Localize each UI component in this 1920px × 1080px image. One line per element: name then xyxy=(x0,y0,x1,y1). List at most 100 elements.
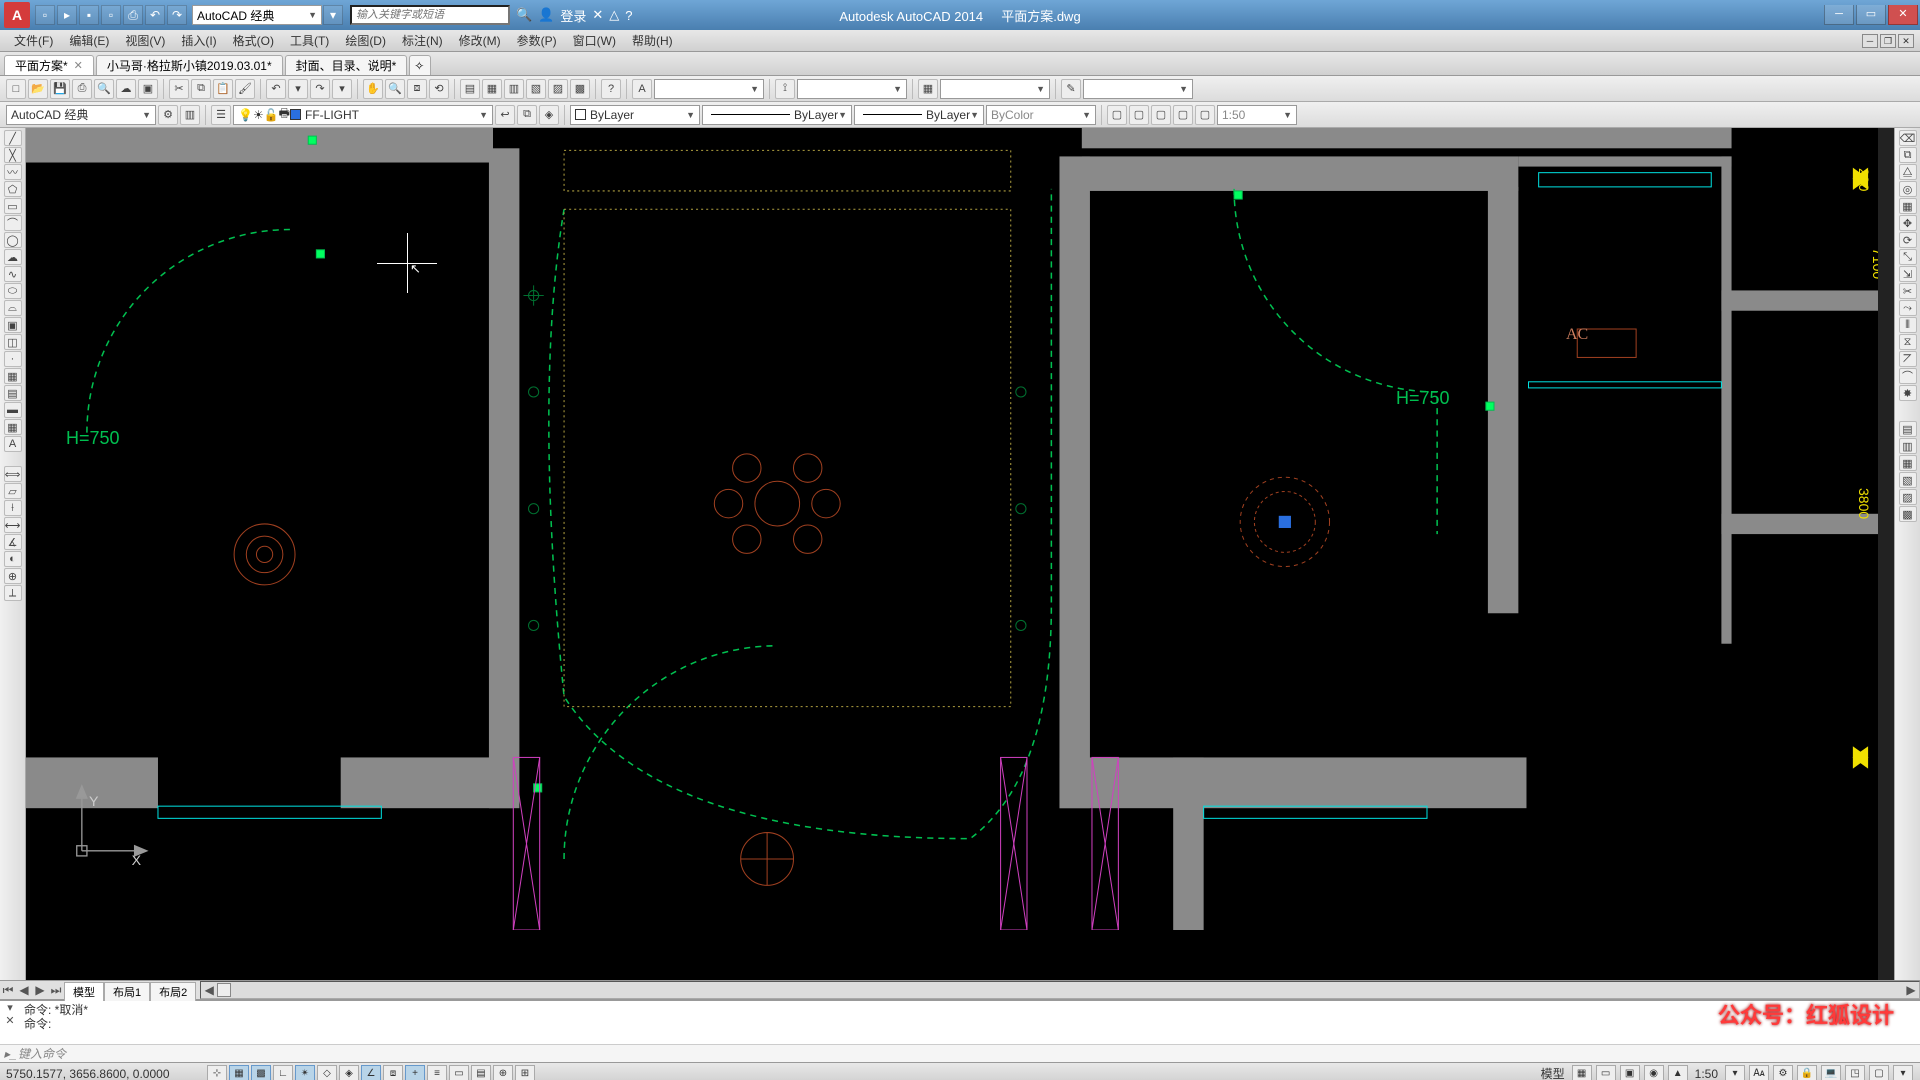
erase-icon[interactable]: ⌫ xyxy=(1899,130,1917,146)
qc-icon[interactable]: ▩ xyxy=(570,79,590,99)
undo-dd-icon[interactable]: ▾ xyxy=(288,79,308,99)
region-icon[interactable]: ▬ xyxy=(4,402,22,418)
sb-scale-icon[interactable]: ▾ xyxy=(1725,1065,1745,1080)
palette2-icon[interactable]: ▥ xyxy=(1899,438,1917,454)
qat-more-icon[interactable]: ▾ xyxy=(323,5,343,25)
plotstyle-dropdown[interactable]: ByColor▼ xyxy=(986,105,1096,125)
area-icon[interactable]: ▱ xyxy=(4,483,22,499)
workspace-dropdown[interactable]: AutoCAD 经典 ▼ xyxy=(6,105,156,125)
qat-saveas-icon[interactable]: ▫ xyxy=(101,5,121,25)
zoom-prev-icon[interactable]: ⟲ xyxy=(429,79,449,99)
ellarc-icon[interactable]: ⌓ xyxy=(4,300,22,316)
tab-first-icon[interactable]: ⏮ xyxy=(0,983,16,998)
sb-annoscale-icon[interactable]: 🗛 xyxy=(1749,1065,1769,1080)
preview-icon[interactable]: 🔍 xyxy=(94,79,114,99)
palette6-icon[interactable]: ▩ xyxy=(1899,506,1917,522)
break-icon[interactable]: ⦀ xyxy=(1899,317,1917,333)
layout-tab-layout1[interactable]: 布局1 xyxy=(104,982,150,1001)
search-icon[interactable]: 🔍 xyxy=(516,7,532,23)
dim-icon[interactable]: ⟷ xyxy=(4,517,22,533)
sb-grid-icon[interactable]: ▩ xyxy=(251,1065,271,1080)
line-icon[interactable]: ╱ xyxy=(4,130,22,146)
sb-ann-icon[interactable]: ▲ xyxy=(1668,1065,1688,1080)
vp-scale-dropdown[interactable]: 1:50▼ xyxy=(1217,105,1297,125)
menu-format[interactable]: 格式(O) xyxy=(225,30,282,51)
sb-qp-icon[interactable]: ▤ xyxy=(471,1065,491,1080)
exchange-icon[interactable]: ✕ xyxy=(592,7,603,23)
help2-icon[interactable]: ? xyxy=(601,79,621,99)
doc-tab-2[interactable]: 小马哥·格拉斯小镇2019.03.01* xyxy=(96,55,283,75)
palette3-icon[interactable]: ▦ xyxy=(1899,455,1917,471)
sb-ducs-icon[interactable]: ⧈ xyxy=(383,1065,403,1080)
zoom-rt-icon[interactable]: 🔍 xyxy=(385,79,405,99)
layout-tab-model[interactable]: 模型 xyxy=(64,982,104,1001)
mdi-close-button[interactable]: ✕ xyxy=(1898,34,1914,48)
insert-icon[interactable]: ▣ xyxy=(4,317,22,333)
markup-icon[interactable]: ▨ xyxy=(548,79,568,99)
redo-dd-icon[interactable]: ▾ xyxy=(332,79,352,99)
scale-icon[interactable]: ⤡ xyxy=(1899,249,1917,265)
copy-icon[interactable]: ⧉ xyxy=(191,79,211,99)
vp-3-icon[interactable]: ▢ xyxy=(1151,105,1171,125)
sb-dyn-icon[interactable]: + xyxy=(405,1065,425,1080)
undo-icon[interactable]: ↶ xyxy=(266,79,286,99)
sb-layout-icon[interactable]: ▭ xyxy=(1596,1065,1616,1080)
menu-modify[interactable]: 修改(M) xyxy=(451,30,509,51)
mleaderstyle-icon[interactable]: ✎ xyxy=(1061,79,1081,99)
tablestyle-icon[interactable]: ▦ xyxy=(918,79,938,99)
help-icon[interactable]: ? xyxy=(625,8,632,23)
hatch-icon[interactable]: ▦ xyxy=(4,368,22,384)
sb-lwt-icon[interactable]: ≡ xyxy=(427,1065,447,1080)
close-icon[interactable]: ✕ xyxy=(74,59,83,72)
sb-lock-icon[interactable]: 🔒 xyxy=(1797,1065,1817,1080)
layer-mgr-icon[interactable]: ☰ xyxy=(211,105,231,125)
minimize-button[interactable]: ─ xyxy=(1824,5,1854,25)
gradient-icon[interactable]: ▤ xyxy=(4,385,22,401)
cmd-close-icon[interactable]: ✕ xyxy=(5,1014,14,1027)
mdi-restore-button[interactable]: ❐ xyxy=(1880,34,1896,48)
ellipse-icon[interactable]: ⬭ xyxy=(4,283,22,299)
sb-ws-icon[interactable]: ⚙ xyxy=(1773,1065,1793,1080)
sb-scale-label[interactable]: 1:50 xyxy=(1691,1067,1722,1080)
sb-nav-icon[interactable]: ◉ xyxy=(1644,1065,1664,1080)
doc-tab-3[interactable]: 封面、目录、说明* xyxy=(285,55,408,75)
qat-new-icon[interactable]: ▫ xyxy=(35,5,55,25)
vp-1-icon[interactable]: ▢ xyxy=(1107,105,1127,125)
textstyle-dropdown[interactable]: ▼ xyxy=(654,79,764,99)
rotate-icon[interactable]: ⟳ xyxy=(1899,232,1917,248)
table-icon[interactable]: ▦ xyxy=(4,419,22,435)
point-icon[interactable]: · xyxy=(4,351,22,367)
layer-state-icon[interactable]: ⧉ xyxy=(517,105,537,125)
qat-save-icon[interactable]: ▪ xyxy=(79,5,99,25)
textstyle-icon[interactable]: A xyxy=(632,79,652,99)
vp-2-icon[interactable]: ▢ xyxy=(1129,105,1149,125)
dim4-icon[interactable]: ⊕ xyxy=(4,568,22,584)
3ddwf-icon[interactable]: ▣ xyxy=(138,79,158,99)
tp-icon[interactable]: ▥ xyxy=(504,79,524,99)
login-label[interactable]: 登录 xyxy=(560,6,586,25)
a360-icon[interactable]: △ xyxy=(609,7,619,23)
coords-readout[interactable]: 5750.1577, 3656.8600, 0.0000 xyxy=(6,1067,206,1080)
explode-icon[interactable]: ✸ xyxy=(1899,385,1917,401)
ws-settings-icon[interactable]: ⚙ xyxy=(158,105,178,125)
mleaderstyle-dropdown[interactable]: ▼ xyxy=(1083,79,1193,99)
sb-snap-icon[interactable]: ▦ xyxy=(229,1065,249,1080)
viewport-vscrollbar[interactable] xyxy=(1878,128,1894,980)
tab-next-icon[interactable]: ▶ xyxy=(32,983,48,997)
redo-icon[interactable]: ↷ xyxy=(310,79,330,99)
print-icon[interactable]: ⎙ xyxy=(72,79,92,99)
mdi-minimize-button[interactable]: ─ xyxy=(1862,34,1878,48)
color-dropdown[interactable]: ByLayer▼ xyxy=(570,105,700,125)
sb-custom-icon[interactable]: ▾ xyxy=(1893,1065,1913,1080)
tab-prev-icon[interactable]: ◀ xyxy=(16,983,32,997)
menu-param[interactable]: 参数(P) xyxy=(509,30,565,51)
ssm-icon[interactable]: ▧ xyxy=(526,79,546,99)
qdim-icon[interactable]: ⟊ xyxy=(4,500,22,516)
maximize-button[interactable]: ▭ xyxy=(1856,5,1886,25)
cut-icon[interactable]: ✂ xyxy=(169,79,189,99)
sb-otrack-icon[interactable]: ∠ xyxy=(361,1065,381,1080)
paste-icon[interactable]: 📋 xyxy=(213,79,233,99)
copy2-icon[interactable]: ⧉ xyxy=(1899,147,1917,163)
trim-icon[interactable]: ✂ xyxy=(1899,283,1917,299)
sb-am-icon[interactable]: ⊞ xyxy=(515,1065,535,1080)
